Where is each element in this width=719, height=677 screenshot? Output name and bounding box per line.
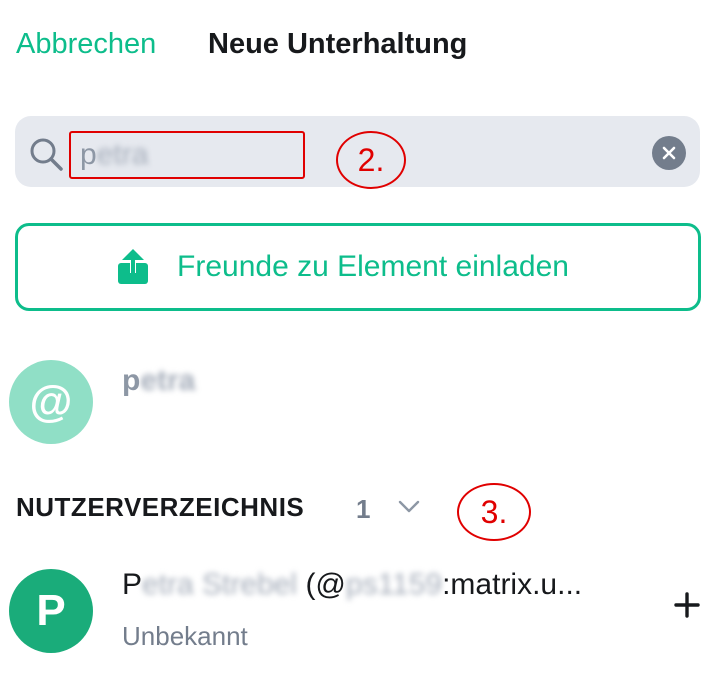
clear-icon <box>662 146 676 160</box>
user-name-blurred: etra Strebel <box>142 568 298 601</box>
annotation-step-2: 2. <box>336 131 406 189</box>
page-title: Neue Unterhaltung <box>208 28 468 60</box>
share-icon <box>118 249 149 284</box>
invite-friends-button[interactable]: Freunde zu Element einladen <box>15 223 701 311</box>
cancel-button[interactable]: Abbrechen <box>16 28 156 61</box>
annotation-highlight-box <box>69 131 305 179</box>
search-icon <box>30 138 63 171</box>
avatar-at-symbol: @ <box>29 377 73 426</box>
clear-search-button[interactable] <box>652 136 686 170</box>
avatar[interactable]: @ <box>9 360 93 444</box>
direct-match-name-blurred: etra <box>140 364 196 397</box>
chevron-down-icon[interactable] <box>398 500 420 514</box>
user-status: Unbekannt <box>122 621 248 651</box>
avatar[interactable]: P <box>9 569 93 653</box>
avatar-letter: P <box>36 586 66 635</box>
user-id-prefix: (@ <box>297 568 346 601</box>
user-id-blurred: ps1159 <box>345 568 443 601</box>
annotation-step-3: 3. <box>457 483 531 541</box>
section-count: 1 <box>356 494 371 524</box>
user-name-prefix: P <box>122 568 143 601</box>
direct-match-name[interactable]: petra <box>122 364 195 398</box>
user-result-name[interactable]: Petra Strebel (@ps1159:matrix.u... <box>122 568 582 602</box>
section-header: NUTZERVERZEICHNIS <box>16 492 305 522</box>
invite-friends-label: Freunde zu Element einladen <box>177 250 569 283</box>
user-id-suffix: :matrix.u... <box>442 568 583 601</box>
direct-match-name-visible: p <box>122 364 141 397</box>
add-user-button[interactable] <box>674 592 700 618</box>
